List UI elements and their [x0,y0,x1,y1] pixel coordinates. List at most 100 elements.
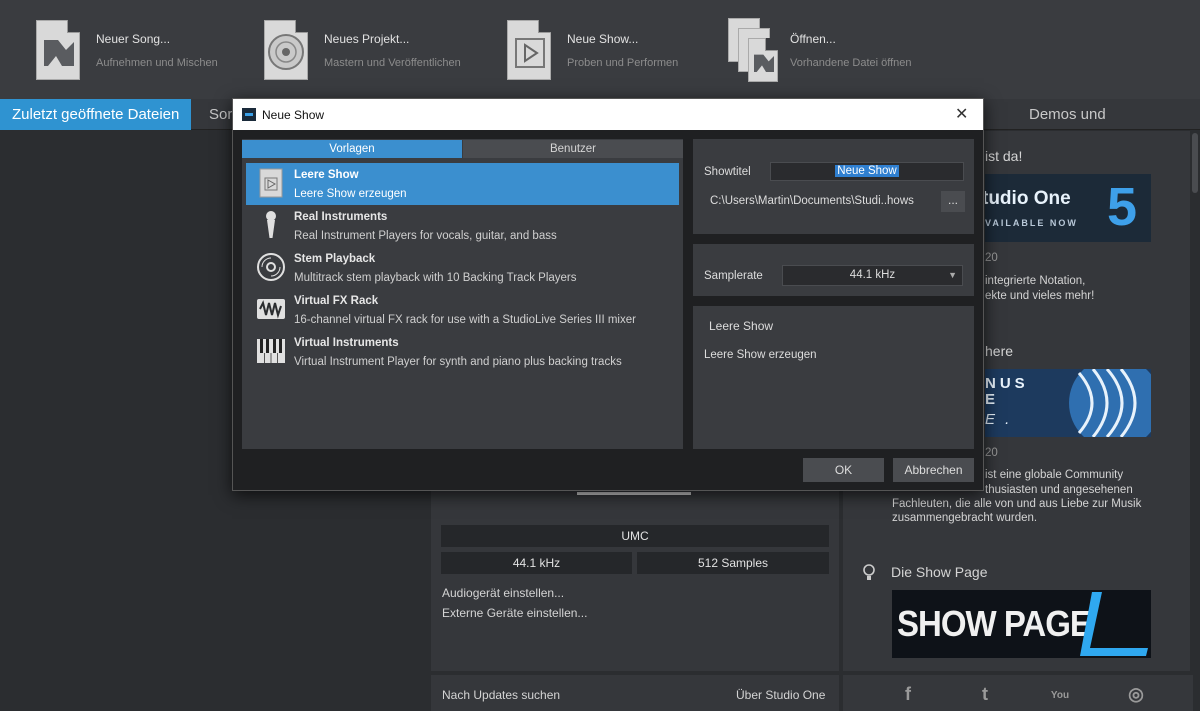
dialog-titlebar: Neue Show ✕ [233,99,983,130]
template-desc: Leere Show erzeugen [294,188,407,200]
browse-button[interactable]: ... [941,191,965,212]
news-text-2c: Fachleuten, die alle von und aus Liebe z… [892,498,1142,510]
new-project-icon [262,18,312,82]
samplerate-value: 44.1 kHz [849,269,896,281]
new-show-dialog: Neue Show ✕ Vorlagen Benutzer Leere Show… [232,98,984,491]
template-name: Real Instruments [294,211,388,223]
showtitle-label: Showtitel [704,166,751,178]
banner-studio-one-text: tudio One [985,188,1071,209]
tab-templates[interactable]: Vorlagen [242,140,462,158]
dialog-title: Neue Show [262,108,325,122]
template-item[interactable]: Real Instruments Real Instrument Players… [246,205,679,247]
studio-one-5-banner[interactable]: tudio One VAILABLE NOW 5 [985,174,1151,242]
disc-icon [256,252,286,282]
new-show-subtitle: Proben und Performen [567,56,679,69]
lightbulb-icon [863,564,875,580]
banner-five-text: 5 [1107,177,1138,237]
template-list-panel: Vorlagen Benutzer Leere Show Leere Show … [242,139,683,449]
template-name: Virtual FX Rack [294,295,379,307]
new-song-button[interactable]: Neuer Song... Aufnehmen und Mischen [34,14,218,86]
app-icon [242,108,256,121]
tab-demos[interactable]: Demos und Anleitungen [1017,99,1200,155]
facebook-icon[interactable]: f [896,684,920,708]
new-project-subtitle: Mastern und Veröffentlichen [324,56,461,69]
news-heading-3: Die Show Page [891,564,988,580]
info-description: Leere Show erzeugen [704,349,817,361]
samplerate-panel: Samplerate 44.1 kHz ▼ [693,244,974,296]
scrollbar-thumb[interactable] [1192,133,1198,193]
audio-samplerate: 44.1 kHz [441,552,632,574]
open-button[interactable]: Öffnen... Vorhandene Datei öffnen [728,14,912,86]
news-date-2: 20 [985,447,998,459]
news-text-2a: ist eine globale Community [985,469,1124,481]
scrollbar-track[interactable] [1190,131,1200,711]
banner2-line2: E [985,391,996,408]
new-song-title: Neuer Song... [96,31,171,46]
showtitle-value: Neue Show [835,165,899,177]
template-info-panel: Leere Show Leere Show erzeugen [693,306,974,449]
updates-bar: Nach Updates suchen Über Studio One [431,675,839,711]
template-name: Stem Playback [294,253,376,265]
samplerate-select[interactable]: 44.1 kHz ▼ [782,265,963,286]
new-show-title: Neue Show... [567,31,639,46]
template-item[interactable]: Leere Show Leere Show erzeugen [246,163,679,205]
banner3-text: SHOW PAGE [897,603,1092,644]
banner2-line3: E . [985,411,1013,428]
fx-rack-icon [256,294,286,324]
template-item[interactable]: Virtual FX Rack 16-channel virtual FX ra… [246,289,679,331]
microphone-icon [256,210,286,240]
template-desc: 16-channel virtual FX rack for use with … [294,314,636,326]
audio-buffer-size: 512 Samples [637,552,829,574]
news-text-2d: zusammengebracht wurden. [892,512,1038,524]
show-page-banner[interactable]: SHOW PAGE [892,590,1151,658]
close-icon[interactable]: ✕ [955,104,968,124]
audio-device-setup-link[interactable]: Audiogerät einstellen... [442,586,564,600]
tab-recent-files[interactable]: Zuletzt geöffnete Dateien [0,99,192,130]
template-name: Virtual Instruments [294,337,399,349]
template-item[interactable]: Stem Playback Multitrack stem playback w… [246,247,679,289]
showtitle-input[interactable]: Neue Show [770,162,964,181]
youtube-icon[interactable]: You [1048,684,1072,708]
check-updates-link[interactable]: Nach Updates suchen [442,688,560,702]
news-text-1a: integrierte Notation, [985,275,1086,287]
piano-icon [256,336,286,366]
tab-user[interactable]: Benutzer [463,140,683,158]
new-song-icon [34,18,84,82]
twitter-icon[interactable]: t [973,684,997,708]
open-subtitle: Vorhandene Datei öffnen [790,56,912,69]
new-song-subtitle: Aufnehmen und Mischen [96,56,218,69]
banner-available-text: VAILABLE NOW [985,218,1078,228]
divider [577,492,691,495]
chevron-down-icon: ▼ [948,270,957,280]
ok-button[interactable]: OK [803,458,884,482]
template-desc: Virtual Instrument Player for synth and … [294,356,622,368]
new-project-title: Neues Projekt... [324,31,410,46]
template-desc: Real Instrument Players for vocals, guit… [294,230,557,242]
new-project-button[interactable]: Neues Projekt... Mastern und Veröffentli… [262,14,461,86]
path-field[interactable]: C:\Users\Martin\Documents\Studi..hows [704,192,940,211]
template-name: Leere Show [294,169,359,181]
banner2-line1: NUS [985,375,1029,392]
new-show-button[interactable]: Neue Show... Proben und Performen [505,14,678,86]
cancel-button[interactable]: Abbrechen [893,458,974,482]
external-devices-setup-link[interactable]: Externe Geräte einstellen... [442,606,587,620]
open-title: Öffnen... [790,31,836,46]
news-date-1: 20 [985,252,998,264]
news-text-2b: thusiasten und angesehenen [985,484,1133,496]
info-title: Leere Show [709,319,774,333]
show-settings-panel: Showtitel Neue Show C:\Users\Martin\Docu… [693,139,974,234]
start-toolbar: Neuer Song... Aufnehmen und Mischen Neue… [0,0,1200,99]
news-text-1b: ekte und vieles mehr! [985,290,1095,302]
audio-device-name: UMC [441,525,829,547]
template-desc: Multitrack stem playback with 10 Backing… [294,272,577,284]
instagram-icon[interactable]: ◎ [1124,684,1148,708]
template-item[interactable]: Virtual Instruments Virtual Instrument P… [246,331,679,373]
presonus-sphere-banner[interactable]: NUS E E . [985,369,1151,437]
news-heading-2: here [985,343,1014,359]
news-heading-1: ist da! [985,148,1023,164]
blank-show-icon [256,168,286,198]
about-link[interactable]: Über Studio One [736,688,825,702]
show-page-graphic [1080,592,1148,656]
open-icon [728,18,778,82]
samplerate-label: Samplerate [704,270,763,282]
